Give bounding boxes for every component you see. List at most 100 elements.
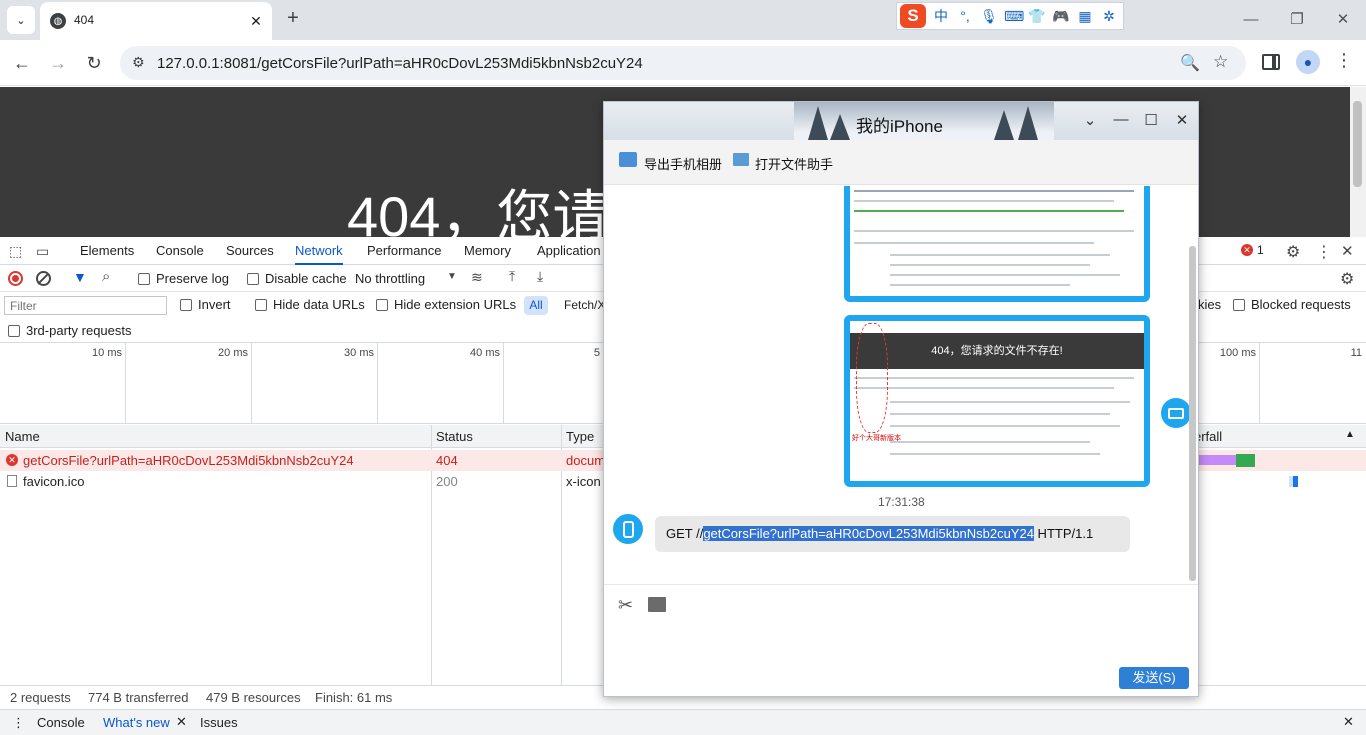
network-settings-icon[interactable]: ⚙ — [1340, 269, 1354, 289]
send-button[interactable]: 发送(S) — [1119, 667, 1189, 689]
browser-tab[interactable]: ◍ 404 ✕ — [40, 2, 272, 40]
request-status: 404 — [436, 453, 458, 468]
ime-mode-toggle[interactable]: 中 — [932, 6, 950, 26]
close-window-icon[interactable]: ✕ — [1328, 8, 1358, 32]
tab-console[interactable]: Console — [156, 237, 204, 265]
page-scrollbar[interactable] — [1350, 87, 1366, 237]
throttling-dropdown-icon[interactable]: ▼ — [447, 271, 457, 282]
reload-button[interactable]: ↻ — [81, 50, 107, 76]
forward-button[interactable]: → — [45, 50, 71, 76]
disable-cache-checkbox[interactable] — [247, 273, 259, 285]
export-har-icon[interactable]: ⤓ — [537, 268, 543, 285]
invert-checkbox[interactable] — [180, 299, 192, 311]
message-selected-text[interactable]: getCorsFile?urlPath=aHR0cDovL253Mdi5kbnN… — [703, 526, 1034, 541]
overview-column: 40 ms — [378, 343, 504, 423]
type-filter-all[interactable]: All — [524, 296, 548, 315]
tab-memory[interactable]: Memory — [464, 237, 511, 265]
back-button[interactable]: ← — [9, 50, 35, 76]
filter-input[interactable] — [4, 296, 167, 315]
image-message[interactable] — [844, 186, 1150, 302]
drawer-tab-console[interactable]: Console — [37, 715, 85, 730]
microphone-icon[interactable]: 🎙 — [980, 8, 998, 25]
address-bar[interactable]: ⚙ 127.0.0.1:8081/getCorsFile?urlPath=aHR… — [120, 46, 1246, 80]
waterfall-bar-waiting — [1198, 455, 1236, 465]
scissors-icon[interactable]: ✂ — [618, 595, 633, 616]
close-chat-icon[interactable]: ✕ — [1172, 111, 1192, 129]
devtools-menu-icon[interactable]: ⋮ — [1316, 242, 1332, 262]
search-icon[interactable]: ⌕ — [102, 268, 110, 285]
preserve-log-checkbox[interactable] — [138, 273, 150, 285]
screenshot-caption: 404，您请求的文件不存在! — [850, 333, 1144, 369]
column-header-name[interactable]: Name — [5, 429, 40, 444]
url-text[interactable]: 127.0.0.1:8081/getCorsFile?urlPath=aHR0c… — [157, 55, 643, 72]
tab-performance[interactable]: Performance — [367, 237, 441, 265]
message-list[interactable]: 404，您请求的文件不存在! 好个大哥新版本 17:31:38 GET //ge… — [604, 186, 1198, 584]
zoom-icon[interactable]: 🔍 — [1180, 53, 1200, 73]
error-count-badge[interactable]: ✕ 1 — [1241, 243, 1264, 257]
profile-avatar-icon[interactable]: ● — [1296, 50, 1320, 74]
browser-menu-icon[interactable]: ⋮ — [1334, 50, 1354, 71]
toolbox-icon[interactable]: ▦ — [1076, 8, 1094, 25]
maximize-chat-icon[interactable]: ☐ — [1141, 111, 1161, 129]
close-drawer-tab-icon[interactable]: ✕ — [176, 714, 187, 730]
site-info-icon[interactable]: ⚙ — [132, 54, 145, 71]
bookmark-star-icon[interactable]: ☆ — [1213, 52, 1228, 72]
blocked-requests-checkbox[interactable] — [1233, 299, 1245, 311]
message-input-area[interactable]: ✂ 发送(S) — [604, 584, 1198, 696]
clear-icon[interactable] — [36, 271, 51, 286]
tab-application[interactable]: Application — [537, 237, 601, 265]
gamepad-icon[interactable]: 🎮 — [1052, 8, 1070, 25]
page-scrollbar-thumb[interactable] — [1353, 101, 1362, 187]
minimize-window-icon[interactable]: — — [1236, 8, 1266, 32]
minimize-chat-icon[interactable]: — — [1111, 111, 1131, 128]
overview-column: 10 ms — [0, 343, 126, 423]
pc-avatar-icon[interactable] — [1161, 398, 1191, 428]
drawer-menu-icon[interactable]: ⋮ — [12, 715, 25, 731]
request-name[interactable]: getCorsFile?urlPath=aHR0cDovL253Mdi5kbnN… — [23, 453, 354, 468]
throttling-select[interactable]: No throttling — [355, 271, 425, 286]
tab-close-icon[interactable]: ✕ — [246, 11, 266, 31]
ime-settings-icon[interactable]: ✲ — [1100, 8, 1118, 25]
tab-sources[interactable]: Sources — [226, 237, 274, 265]
devtools-drawer-tabs: ⋮ Console What's new ✕ Issues ✕ — [0, 709, 1366, 735]
folder-icon[interactable] — [648, 597, 666, 612]
drawer-tab-whats-new[interactable]: What's new — [103, 715, 170, 730]
tab-elements[interactable]: Elements — [80, 237, 134, 265]
restore-window-icon[interactable]: ❐ — [1282, 8, 1312, 32]
tab-network[interactable]: Network — [295, 237, 343, 265]
import-har-icon[interactable]: ⤒ — [509, 268, 515, 285]
text-message[interactable]: GET //getCorsFile?urlPath=aHR0cDovL253Md… — [655, 516, 1130, 552]
keyboard-icon[interactable]: ⌨ — [1004, 8, 1024, 25]
network-conditions-icon[interactable]: ≋ — [471, 269, 483, 286]
image-message[interactable]: 404，您请求的文件不存在! 好个大哥新版本 — [844, 315, 1150, 487]
ime-punctuation-toggle[interactable]: °, — [956, 8, 974, 24]
inspect-element-icon[interactable]: ⬚ — [9, 243, 22, 260]
overview-column: 30 ms — [252, 343, 378, 423]
chevron-down-icon[interactable]: ⌄ — [1080, 111, 1100, 129]
third-party-checkbox[interactable] — [8, 325, 20, 337]
phone-avatar-icon[interactable] — [613, 514, 643, 544]
message-scrollbar[interactable] — [1189, 246, 1196, 581]
hide-extension-urls-checkbox[interactable] — [376, 299, 388, 311]
sogou-logo-icon[interactable]: S — [900, 4, 926, 28]
type-filter-fetch[interactable]: Fetch/X — [564, 298, 605, 312]
close-devtools-icon[interactable]: ✕ — [1341, 242, 1354, 260]
column-header-type[interactable]: Type — [566, 429, 594, 444]
hide-data-urls-checkbox[interactable] — [255, 299, 267, 311]
column-header-status[interactable]: Status — [436, 429, 473, 444]
sort-ascending-icon[interactable]: ▲ — [1345, 429, 1355, 440]
drawer-tab-issues[interactable]: Issues — [200, 715, 238, 730]
export-album-button[interactable]: 导出手机相册 — [644, 154, 722, 173]
request-name[interactable]: favicon.ico — [23, 474, 84, 489]
record-icon[interactable] — [8, 271, 23, 286]
skin-icon[interactable]: 👕 — [1028, 8, 1046, 25]
close-drawer-icon[interactable]: ✕ — [1343, 714, 1354, 730]
settings-gear-icon[interactable]: ⚙ — [1286, 242, 1300, 262]
chat-title-bar[interactable]: 我的iPhone ⌄ — ☐ ✕ — [604, 102, 1198, 140]
side-panel-icon[interactable] — [1262, 54, 1280, 70]
new-tab-button[interactable]: + — [282, 8, 304, 30]
tab-search-button[interactable]: ⌄ — [7, 6, 35, 34]
open-file-helper-button[interactable]: 打开文件助手 — [755, 154, 833, 173]
device-toolbar-icon[interactable]: ▭ — [36, 243, 49, 260]
filter-funnel-icon[interactable]: ▼ — [73, 269, 87, 285]
